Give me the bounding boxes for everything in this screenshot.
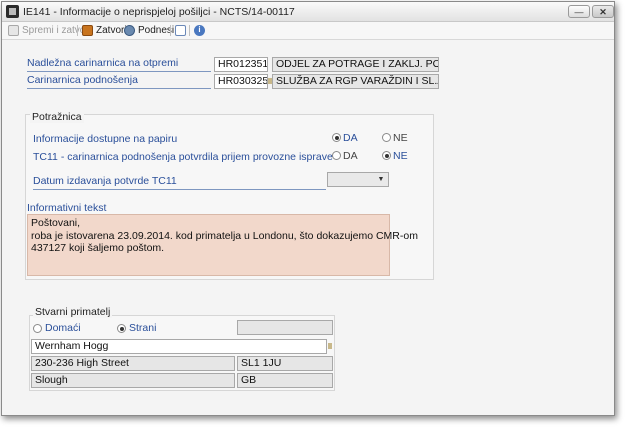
dialog-window: IE141 - Informacije o neprispjeloj pošil…	[1, 1, 615, 416]
info-text-label: Informativni tekst	[27, 202, 107, 214]
recipient-postcode-field: SL1 1JU	[237, 356, 333, 371]
submit-button[interactable]: Podnesi	[124, 24, 174, 37]
info-icon: i	[194, 25, 205, 36]
save-and-close-label: Spremi i zatvori	[22, 25, 91, 36]
app-icon	[6, 5, 19, 18]
info-text-line: roba je istovarena 23.09.2014. kod prima…	[31, 229, 418, 242]
office-departure-code-field[interactable]: HR030325	[214, 74, 268, 89]
tc11-date-underline	[33, 189, 326, 190]
office-departure-name-field: SLUŽBA ZA RGP VARAŽDIN I SL.ZON	[272, 74, 439, 89]
close-doc-icon	[82, 25, 93, 36]
document-view-button[interactable]	[175, 24, 189, 37]
tc11-no-label: NE	[393, 150, 408, 162]
required-marker	[328, 343, 332, 349]
office-departure-underline	[27, 88, 211, 89]
info-textarea[interactable]: Poštovani, roba je istovarena 23.09.2014…	[27, 214, 418, 276]
tc11-yes-label: DA	[343, 150, 358, 162]
recipient-foreign-label: Strani	[129, 322, 157, 334]
save-icon	[8, 25, 19, 36]
recipient-foreign-radio[interactable]	[117, 324, 126, 333]
recipient-name-field[interactable]: Wernham Hogg	[31, 339, 327, 354]
paper-yes-radio[interactable]	[332, 133, 341, 142]
office-departure-label: Carinarnica podnošenja	[27, 74, 138, 86]
close-label: Zatvori	[96, 25, 127, 36]
office-destination-name-field: ODJEL ZA POTRAGE I ZAKLJ. POSTU	[272, 57, 439, 72]
tc11-yes-radio[interactable]	[332, 151, 341, 160]
info-text-line: Poštovani,	[31, 217, 81, 229]
toolbar: Spremi i zatvori Zatvori Podnesi i	[2, 22, 614, 40]
submit-icon	[124, 25, 135, 36]
info-text-line: 437127 koji šaljemo poštom.	[31, 242, 165, 254]
minimize-button[interactable]: —	[568, 5, 590, 18]
paper-no-label: NE	[393, 132, 408, 144]
info-button[interactable]: i	[194, 24, 208, 37]
paper-yes-label: DA	[343, 132, 358, 144]
tc11-no-radio[interactable]	[382, 151, 391, 160]
close-icon: ✕	[599, 7, 607, 17]
recipient-street-field: 230-236 High Street	[31, 356, 235, 371]
paper-info-label: Informacije dostupne na papiru	[33, 133, 178, 145]
tc11-date-label: Datum izdavanja potvrde TC11	[33, 175, 177, 187]
tc11-label: TC11 - carinarnica podnošenja potvrdila …	[33, 151, 333, 163]
title-bar: IE141 - Informacije o neprispjeloj pošil…	[2, 2, 614, 22]
document-icon	[175, 25, 186, 36]
minimize-icon: —	[574, 7, 584, 17]
recipient-title: Stvarni primatelj	[33, 306, 113, 318]
toolbar-separator	[77, 25, 78, 36]
recipient-city-field: Slough	[31, 373, 235, 388]
potraznica-title: Potražnica	[30, 111, 84, 123]
office-destination-code-field[interactable]: HR012351	[214, 57, 268, 72]
close-button[interactable]: Zatvori	[82, 24, 127, 37]
office-destination-label: Nadležna carinarnica na otpremi	[27, 57, 179, 69]
save-and-close-button[interactable]: Spremi i zatvori	[8, 24, 91, 37]
dropdown-arrow-icon: ▼	[377, 176, 385, 183]
recipient-domestic-label: Domaći	[45, 322, 81, 334]
tc11-date-picker[interactable]: ▼	[327, 172, 389, 187]
toolbar-separator	[170, 25, 171, 36]
toolbar-separator	[189, 25, 190, 36]
recipient-country-field: GB	[237, 373, 333, 388]
recipient-id-field	[237, 320, 333, 335]
close-window-button[interactable]: ✕	[592, 5, 614, 18]
recipient-domestic-radio[interactable]	[33, 324, 42, 333]
submit-label: Podnesi	[138, 25, 175, 36]
office-destination-underline	[27, 71, 211, 72]
paper-no-radio[interactable]	[382, 133, 391, 142]
window-title: IE141 - Informacije o neprispjeloj pošil…	[23, 6, 295, 18]
